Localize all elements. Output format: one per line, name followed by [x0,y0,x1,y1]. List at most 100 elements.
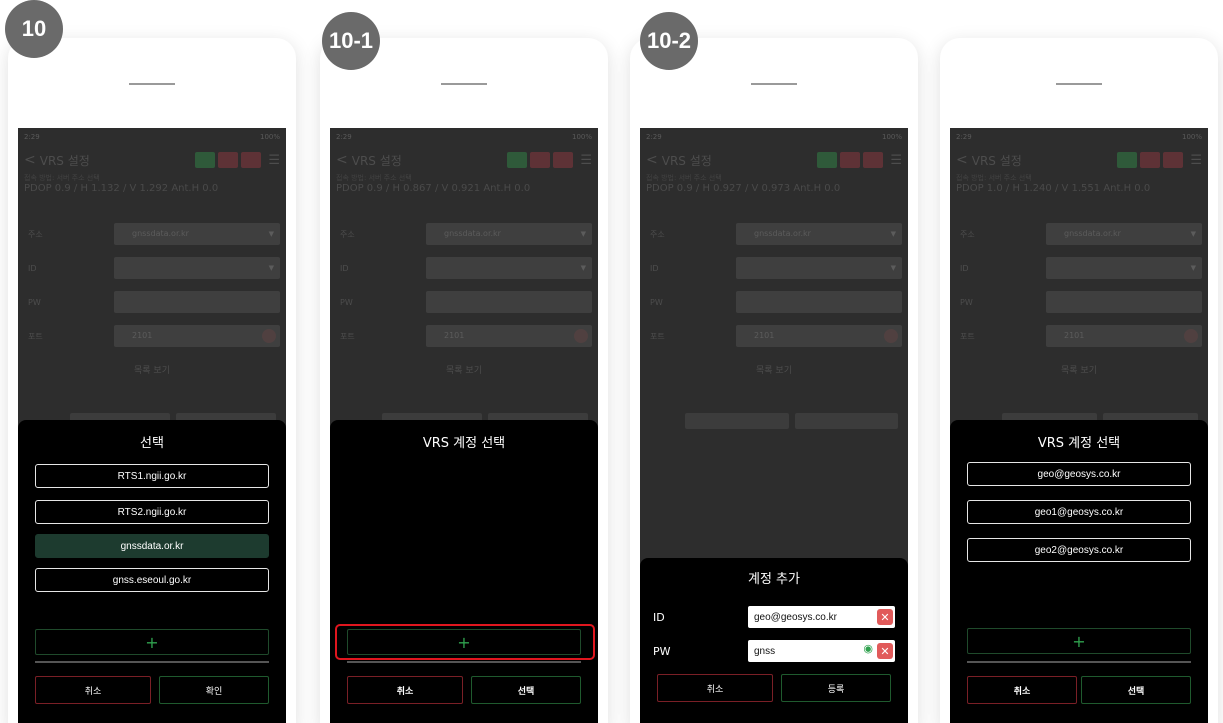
status-green-button[interactable] [1117,152,1138,168]
back-icon[interactable]: < [24,152,36,168]
status-bar: 2:29 100% [24,133,280,143]
cancel-button[interactable]: 취소 [657,674,773,702]
divider [347,661,581,663]
id-input[interactable]: geo@geosys.co.kr ✕ [748,606,895,628]
address-label: 주소 [650,229,665,239]
port-value: 2101 [754,331,775,340]
back-icon[interactable]: < [646,152,658,168]
page-title: VRS 설정 [39,153,90,168]
view-list-link[interactable]: 목록 보기 [18,363,286,376]
select-button[interactable]: 선택 [1081,676,1191,704]
pw-row: PW gnss ◉ ✕ [653,640,895,662]
clear-icon[interactable] [262,329,276,343]
status-green-button[interactable] [817,152,838,168]
menu-icon[interactable]: ☰ [268,153,280,168]
register-button[interactable]: 등록 [781,674,891,702]
view-list-link[interactable]: 목록 보기 [640,363,908,376]
address-value: gnssdata.or.kr [754,229,811,238]
pw-field[interactable] [114,291,280,313]
address-value: gnssdata.or.kr [1064,229,1121,238]
status-battery: 100% [571,133,592,141]
menu-icon[interactable]: ☰ [890,153,902,168]
background-buttons [685,413,898,429]
cancel-button[interactable]: 취소 [347,676,463,704]
port-field[interactable]: 2101 [114,325,280,347]
id-select[interactable]: ▼ [1046,257,1202,279]
status-red-button[interactable] [1163,152,1184,168]
cancel-button[interactable]: 취소 [967,676,1077,704]
account-option[interactable]: geo1@geosys.co.kr [967,500,1191,524]
status-red-button[interactable] [241,152,262,168]
status-bar: 2:29 100% [336,133,592,143]
eye-icon[interactable]: ◉ [863,642,873,655]
pw-field[interactable] [736,291,902,313]
background-list [646,458,902,558]
clear-icon[interactable] [884,329,898,343]
phone-notch [441,83,487,85]
add-account-sheet: 계정 추가 ID geo@geosys.co.kr ✕ PW gnss ◉ ✕ 취소 … [640,558,908,723]
connection-info: 접속 방법: 서버 주소 선택 [24,174,100,182]
precision-info: PDOP 0.9 / H 1.132 / V 1.292 Ant.H 0.0 [24,183,219,194]
step-badge-10-2: 10-2 [640,12,698,70]
address-select[interactable]: gnssdata.or.kr ▼ [114,223,280,245]
server-option[interactable]: gnss.eseoul.go.kr [35,568,269,592]
close-icon[interactable]: ✕ [877,643,893,659]
back-icon[interactable]: < [336,152,348,168]
id-select[interactable]: ▼ [426,257,592,279]
port-field[interactable]: 2101 [1046,325,1202,347]
status-green-button[interactable] [195,152,216,168]
server-select-sheet: 선택 RTS1.ngii.go.kr RTS2.ngii.go.kr gnssd… [18,420,286,723]
status-red-button[interactable] [863,152,884,168]
pw-field[interactable] [426,291,592,313]
clear-icon[interactable] [1184,329,1198,343]
phone-frame-4: 2:29 100% < VRS 설정 ☰ 접속 방법: 서버 주소 선택 PDOP… [940,38,1218,723]
clear-icon[interactable] [574,329,588,343]
port-label: 포트 [28,331,43,341]
close-icon[interactable]: ✕ [877,609,893,625]
bg-button[interactable] [794,413,898,429]
port-field[interactable]: 2101 [426,325,592,347]
back-icon[interactable]: < [956,152,968,168]
sheet-title: 계정 추가 [748,572,800,587]
port-value: 2101 [444,331,465,340]
status-red-button[interactable] [553,152,574,168]
phone-frame-1: 2:29 100% < VRS 설정 ☰ 접속 방법: 서버 주소 선택 PDOP… [8,38,296,723]
address-label: 주소 [340,229,355,239]
menu-icon[interactable]: ☰ [580,153,592,168]
port-label: 포트 [960,331,975,341]
status-red-button[interactable] [840,152,861,168]
account-option[interactable]: geo2@geosys.co.kr [967,538,1191,562]
pw-label: PW [653,644,671,658]
account-option[interactable]: geo@geosys.co.kr [967,462,1191,486]
menu-icon[interactable]: ☰ [1190,153,1202,168]
address-select[interactable]: gnssdata.or.kr ▼ [1046,223,1202,245]
status-red-button[interactable] [530,152,551,168]
app-header: < VRS 설정 ☰ [646,150,902,170]
view-list-link[interactable]: 목록 보기 [950,363,1208,376]
status-green-button[interactable] [507,152,528,168]
select-button[interactable]: 선택 [471,676,581,704]
add-account-button[interactable]: + [967,628,1191,654]
bg-button[interactable] [685,413,789,429]
id-value: geo@geosys.co.kr [754,611,837,623]
pw-field[interactable] [1046,291,1202,313]
precision-info: PDOP 1.0 / H 1.240 / V 1.551 Ant.H 0.0 [956,183,1151,194]
address-select[interactable]: gnssdata.or.kr ▼ [736,223,902,245]
cancel-button[interactable]: 취소 [35,676,151,704]
pw-label: PW [28,297,41,307]
confirm-button[interactable]: 확인 [159,676,269,704]
pw-input[interactable]: gnss ◉ ✕ [748,640,895,662]
chevron-down-icon: ▼ [890,264,896,272]
server-option-selected[interactable]: gnssdata.or.kr [35,534,269,558]
status-red-button[interactable] [1140,152,1161,168]
address-select[interactable]: gnssdata.or.kr ▼ [426,223,592,245]
server-option[interactable]: RTS1.ngii.go.kr [35,464,269,488]
view-list-link[interactable]: 목록 보기 [330,363,598,376]
add-button[interactable]: + [35,629,269,655]
id-select[interactable]: ▼ [114,257,280,279]
port-field[interactable]: 2101 [736,325,902,347]
status-red-button[interactable] [218,152,239,168]
id-label: ID [653,610,665,624]
id-select[interactable]: ▼ [736,257,902,279]
server-option[interactable]: RTS2.ngii.go.kr [35,500,269,524]
